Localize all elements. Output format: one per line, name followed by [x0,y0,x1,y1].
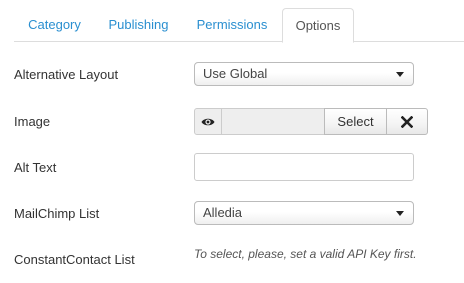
mailchimp-list-value: Alledia [203,205,243,220]
constantcontact-list-label: ConstantContact List [14,252,135,267]
mailchimp-list-label: MailChimp List [14,206,100,221]
image-preview-button[interactable] [194,108,222,135]
close-icon [401,115,413,128]
alt-text-label: Alt Text [14,160,57,175]
alternative-layout-label: Alternative Layout [14,67,119,82]
image-clear-button[interactable] [386,108,428,135]
alternative-layout-value: Use Global [203,66,268,81]
tab-permissions[interactable]: Permissions [182,8,282,42]
alternative-layout-select[interactable]: Use Global [194,62,414,86]
tab-bar: Category Publishing Permissions Options [0,0,464,43]
tab-options[interactable]: Options [282,8,354,43]
chevron-down-icon [396,211,404,216]
image-select-button[interactable]: Select [324,108,387,135]
image-path-input[interactable] [221,108,325,135]
image-label: Image [14,114,51,129]
options-panel: Category Publishing Permissions Options … [0,0,464,283]
chevron-down-icon [396,72,404,77]
mailchimp-list-select[interactable]: Alledia [194,201,414,225]
tab-category[interactable]: Category [14,8,95,42]
alt-text-input[interactable] [194,153,414,181]
constantcontact-note: To select, please, set a valid API Key f… [194,247,417,261]
image-media-field: Select [194,108,428,135]
tab-publishing[interactable]: Publishing [95,8,182,42]
eye-icon [201,118,215,125]
